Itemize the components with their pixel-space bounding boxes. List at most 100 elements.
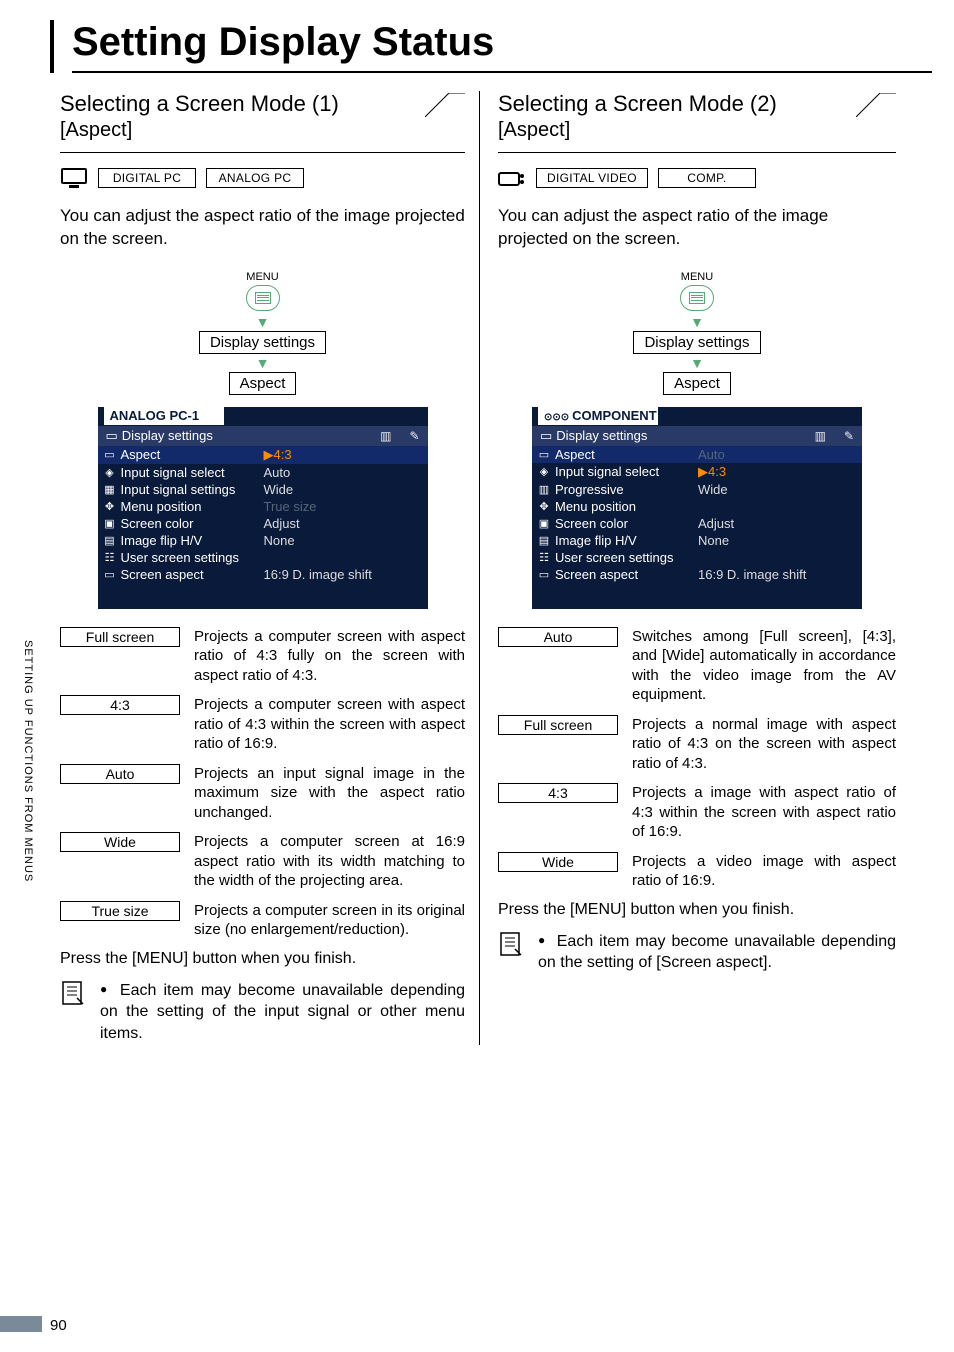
osd-value: ▶4:3 (698, 464, 726, 480)
osd-key: ▣Screen color (104, 516, 264, 531)
osd-row: ◈Input signal selectAuto (98, 464, 428, 481)
section-label: [Aspect] (60, 119, 465, 142)
osd-panel: ⊙⊙⊙COMPONENT ▭Display settings ▥✎ ▭Aspec… (532, 407, 862, 609)
osd-row: ▭Screen aspect16:9 D. image shift (532, 566, 862, 583)
option-tag: Wide (498, 852, 618, 872)
option-tag: 4:3 (60, 695, 180, 715)
osd-key: ▤Image flip H/V (538, 533, 698, 548)
mode-badge: DIGITAL PC (98, 168, 196, 188)
tab-icon: ✎ (844, 429, 854, 443)
footer-text: Press the [MENU] button when you finish. (60, 950, 465, 968)
tab-icon: ▥ (380, 429, 391, 443)
osd-rows: ▭AspectAuto◈Input signal select▶4:3▥Prog… (532, 446, 862, 583)
flow-step: Aspect (663, 372, 731, 395)
option-desc: Projects a computer screen with aspect r… (194, 627, 465, 686)
menu-flow: MENU ▼ Display settings ▼ Aspect (498, 271, 896, 395)
osd-row: ▣Screen colorAdjust (98, 515, 428, 532)
osd-rows: ▭Aspect▶4:3◈Input signal selectAuto▦Inpu… (98, 446, 428, 583)
menu-label: MENU (681, 271, 713, 283)
osd-row-icon: ✥ (104, 500, 116, 513)
osd-row: ▭AspectAuto (532, 446, 862, 463)
osd-row: ▤Image flip H/VNone (532, 532, 862, 549)
osd-value: Auto (264, 465, 291, 480)
osd-value: Wide (698, 482, 728, 497)
option-row: 4:3Projects a image with aspect ratio of… (498, 783, 896, 842)
osd-row: ✥Menu position (532, 498, 862, 515)
osd-row-icon: ☷ (104, 551, 116, 564)
osd-key: ▭Aspect (538, 447, 698, 462)
option-row: Wide Projects a computer screen at 16:9 a… (60, 832, 465, 891)
option-row: True sizeProjects a computer screen in i… (60, 901, 465, 940)
option-desc: Projects an input signal image in the ma… (194, 764, 465, 823)
osd-row-icon: ◈ (538, 465, 550, 478)
osd-row: ◈Input signal select▶4:3 (532, 463, 862, 481)
flow-step: Aspect (229, 372, 297, 395)
arrow-down-icon: ▼ (256, 356, 270, 370)
osd-key: ✥Menu position (538, 499, 698, 514)
osd-value: None (698, 533, 729, 548)
osd-row-icon: ▭ (104, 568, 116, 581)
osd-row-icon: ▥ (538, 483, 550, 496)
tab-icon: ▥ (815, 429, 826, 443)
pc-monitor-icon (60, 167, 88, 189)
osd-row-icon: ☷ (538, 551, 550, 564)
osd-row: ▤Image flip H/VNone (98, 532, 428, 549)
osd-subtitle-row: ▭Display settings ▥ ✎ (98, 426, 428, 446)
osd-row: ☷User screen settings (98, 549, 428, 566)
footer-text: Press the [MENU] button when you finish. (498, 901, 896, 919)
osd-row: ▭Screen aspect16:9 D. image shift (98, 566, 428, 583)
osd-key: ✥Menu position (104, 499, 264, 514)
video-source-icon (498, 167, 526, 189)
osd-value: 16:9 D. image shift (264, 567, 372, 582)
option-tag: Auto (498, 627, 618, 647)
section-heading: Selecting a Screen Mode (1) (60, 91, 425, 117)
osd-key: ▭Screen aspect (538, 567, 698, 582)
osd-panel: ANALOG PC-1 ▭Display settings ▥ ✎ ▭Aspect… (98, 407, 428, 609)
osd-row: ▣Screen colorAdjust (532, 515, 862, 532)
section-heading: Selecting a Screen Mode (2) (498, 91, 856, 117)
input-mode-row: DIGITAL VIDEO COMP. (498, 167, 896, 189)
menu-label: MENU (246, 271, 278, 283)
note-text: Each item may become unavailable dependi… (538, 931, 896, 974)
option-row: Wide Projects a video image with aspect r… (498, 852, 896, 891)
osd-value: 16:9 D. image shift (698, 567, 806, 582)
osd-row: ▭Aspect▶4:3 (98, 446, 428, 464)
osd-key: ◈Input signal select (104, 465, 264, 480)
osd-value: None (264, 533, 295, 548)
osd-value: Adjust (698, 516, 734, 531)
option-desc: Projects a computer screen at 16:9 aspec… (194, 832, 465, 891)
osd-subtitle: ▭Display settings (106, 428, 213, 444)
tab-icon: ✎ (409, 429, 419, 443)
arrow-down-icon: ▼ (256, 315, 270, 329)
flow-step: Display settings (633, 331, 760, 354)
page-tab-stub (0, 1316, 42, 1332)
option-tag: Full screen (60, 627, 180, 647)
mode-badge: COMP. (658, 168, 756, 188)
osd-title: ANALOG PC-1 (104, 406, 224, 425)
osd-key: ▭Screen aspect (104, 567, 264, 582)
osd-row-icon: ▭ (538, 568, 550, 581)
osd-row: ▥ProgressiveWide (532, 481, 862, 498)
section-label: [Aspect] (498, 119, 896, 142)
osd-key: ▥Progressive (538, 482, 698, 497)
osd-row: ✥Menu positionTrue size (98, 498, 428, 515)
menu-flow: MENU ▼ Display settings ▼ Aspect (60, 271, 465, 395)
corner-line-icon (856, 93, 896, 117)
osd-row-icon: ▤ (538, 534, 550, 547)
osd-value: Auto (698, 447, 725, 462)
arrow-down-icon: ▼ (690, 315, 704, 329)
option-row: 4:3Projects a computer screen with aspec… (60, 695, 465, 754)
column-left: Selecting a Screen Mode (1) [Aspect] DIG… (50, 91, 480, 1045)
osd-row-icon: ▣ (538, 517, 550, 530)
osd-key: ▭Aspect (104, 447, 264, 463)
option-tag: Wide (60, 832, 180, 852)
note-icon (60, 980, 86, 1006)
note-block: Each item may become unavailable dependi… (498, 931, 896, 974)
osd-row-icon: ◈ (104, 466, 116, 479)
osd-row-icon: ▭ (104, 448, 116, 461)
option-desc: Projects a video image with aspect ratio… (632, 852, 896, 891)
osd-value: ▶4:3 (264, 447, 292, 463)
option-tag: 4:3 (498, 783, 618, 803)
option-row: AutoProjects an input signal image in th… (60, 764, 465, 823)
osd-row-icon: ▦ (104, 483, 116, 496)
